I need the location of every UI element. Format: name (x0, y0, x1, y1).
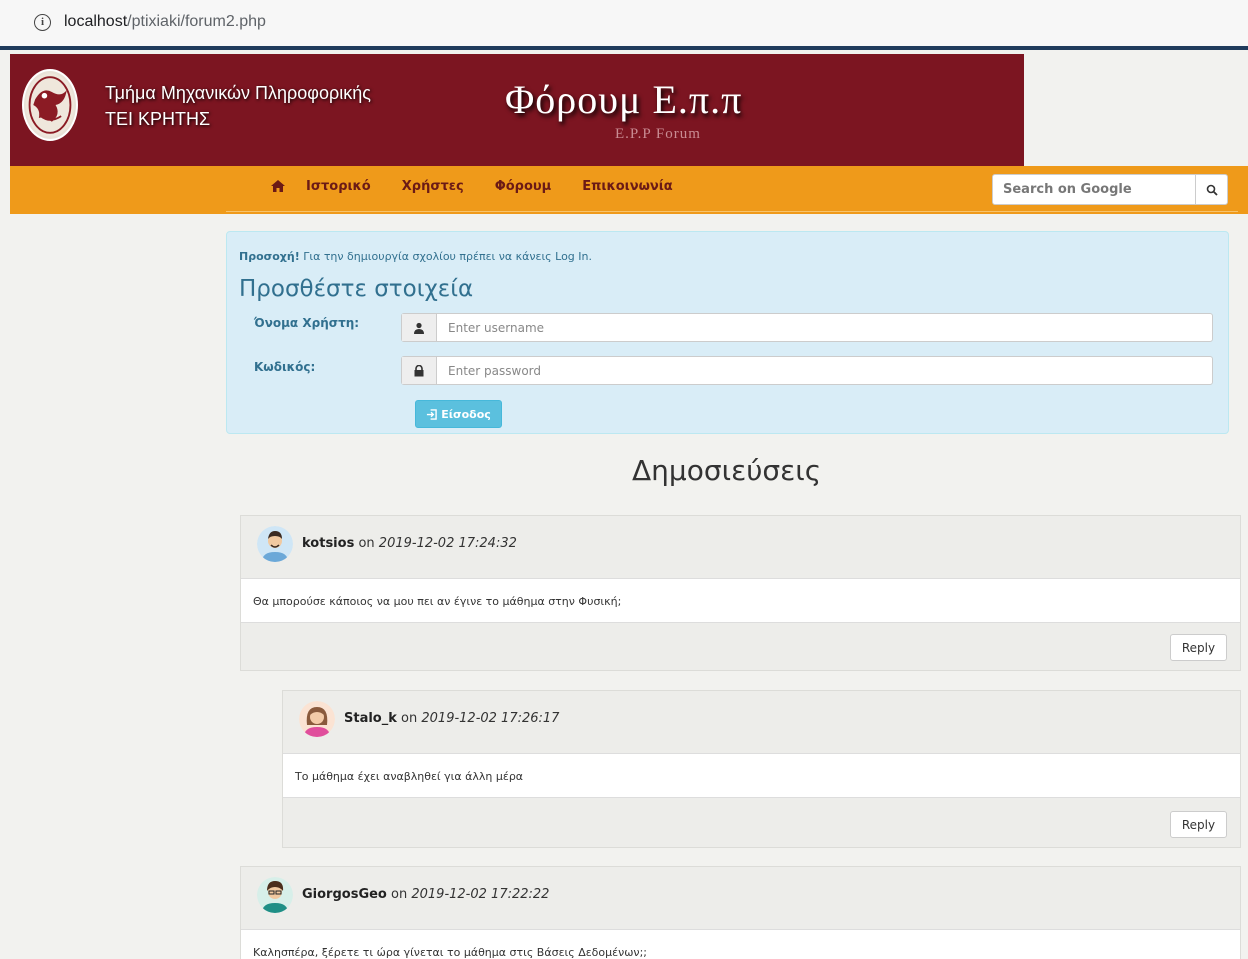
post-author[interactable]: Stalo_k (344, 711, 397, 726)
avatar[interactable] (257, 526, 293, 562)
password-input[interactable] (438, 357, 1208, 384)
post-author[interactable]: kotsios (302, 536, 354, 551)
browser-address-bar: i localhost/ptixiaki/forum2.php (0, 0, 1248, 50)
post-meta: kotsios on 2019-12-02 17:24:32 (302, 536, 517, 551)
nav-item-forum[interactable]: Φόρουμ (495, 179, 552, 194)
posts-heading: Δημοσιεύσεις (632, 454, 822, 487)
navbar: Ιστορικό Χρήστες Φόρουμ Επικοινωνία Sear… (10, 166, 1248, 214)
post-body: Θα μπορούσε κάποιος να μου πει αν έγινε … (241, 578, 1240, 623)
post-header: GiorgosGeo on 2019-12-02 17:22:22 (241, 867, 1240, 922)
username-group (401, 313, 1213, 342)
home-icon[interactable] (270, 178, 286, 194)
sign-in-icon (427, 408, 437, 420)
post-date: 2019-12-02 17:26:17 (421, 711, 560, 726)
post-item: GiorgosGeo on 2019-12-02 17:22:22 Καλησπ… (240, 866, 1241, 959)
post-body: Το μάθημα έχει αναβληθεί για άλλη μέρα (283, 753, 1240, 798)
post-header: kotsios on 2019-12-02 17:24:32 (241, 516, 1240, 571)
site-header: Τμήμα Μηχανικών Πληροφορικής ΤΕΙ ΚΡΗΤΗΣ … (10, 54, 1024, 166)
reply-button[interactable]: Reply (1170, 811, 1227, 838)
forum-subtitle: E.P.P Forum (615, 126, 701, 142)
login-title: Προσθέστε στοιχεία (239, 276, 474, 302)
post-header: Stalo_k on 2019-12-02 17:26:17 (283, 691, 1240, 746)
search-input[interactable]: Search on Google (992, 174, 1196, 205)
post-item: kotsios on 2019-12-02 17:24:32 Θα μπορού… (240, 515, 1241, 671)
post-body: Καλησπέρα, ξέρετε τι ώρα γίνεται το μάθη… (241, 929, 1240, 959)
nav-menu: Ιστορικό Χρήστες Φόρουμ Επικοινωνία (270, 178, 704, 194)
navbar-divider (226, 211, 1238, 212)
department-name: Τμήμα Μηχανικών Πληροφορικής ΤΕΙ ΚΡΗΤΗΣ (105, 83, 371, 129)
post-date: 2019-12-02 17:22:22 (411, 887, 550, 902)
login-panel: Προσοχή! Για την δημιουργία σχολίου πρέπ… (226, 231, 1229, 434)
forum-title: Φόρουμ Ε.π.π (505, 77, 743, 122)
lock-icon (402, 357, 437, 384)
post-date: 2019-12-02 17:24:32 (378, 536, 517, 551)
search-button[interactable] (1195, 174, 1228, 205)
avatar[interactable] (257, 877, 293, 913)
user-icon (402, 314, 437, 341)
search-icon (1206, 184, 1218, 196)
url-field[interactable]: localhost/ptixiaki/forum2.php (64, 13, 266, 31)
info-icon[interactable]: i (34, 14, 51, 31)
post-meta: Stalo_k on 2019-12-02 17:26:17 (344, 711, 560, 726)
avatar[interactable] (299, 701, 335, 737)
password-group (401, 356, 1213, 385)
nav-item-contact[interactable]: Επικοινωνία (582, 179, 672, 194)
login-button[interactable]: Είσοδος (415, 400, 502, 428)
university-seal-logo (22, 69, 78, 141)
header-right-blank (1024, 54, 1248, 166)
post-meta: GiorgosGeo on 2019-12-02 17:22:22 (302, 887, 550, 902)
username-label: Όνομα Χρήστη: (254, 316, 360, 330)
password-label: Κωδικός: (254, 360, 316, 374)
nav-item-history[interactable]: Ιστορικό (306, 179, 371, 194)
login-warning: Προσοχή! Για την δημιουργία σχολίου πρέπ… (239, 250, 592, 263)
post-author[interactable]: GiorgosGeo (302, 887, 387, 902)
post-item: Stalo_k on 2019-12-02 17:26:17 Το μάθημα… (282, 690, 1241, 848)
username-input[interactable] (438, 314, 1208, 341)
nav-item-users[interactable]: Χρήστες (402, 179, 464, 194)
reply-button[interactable]: Reply (1170, 634, 1227, 661)
